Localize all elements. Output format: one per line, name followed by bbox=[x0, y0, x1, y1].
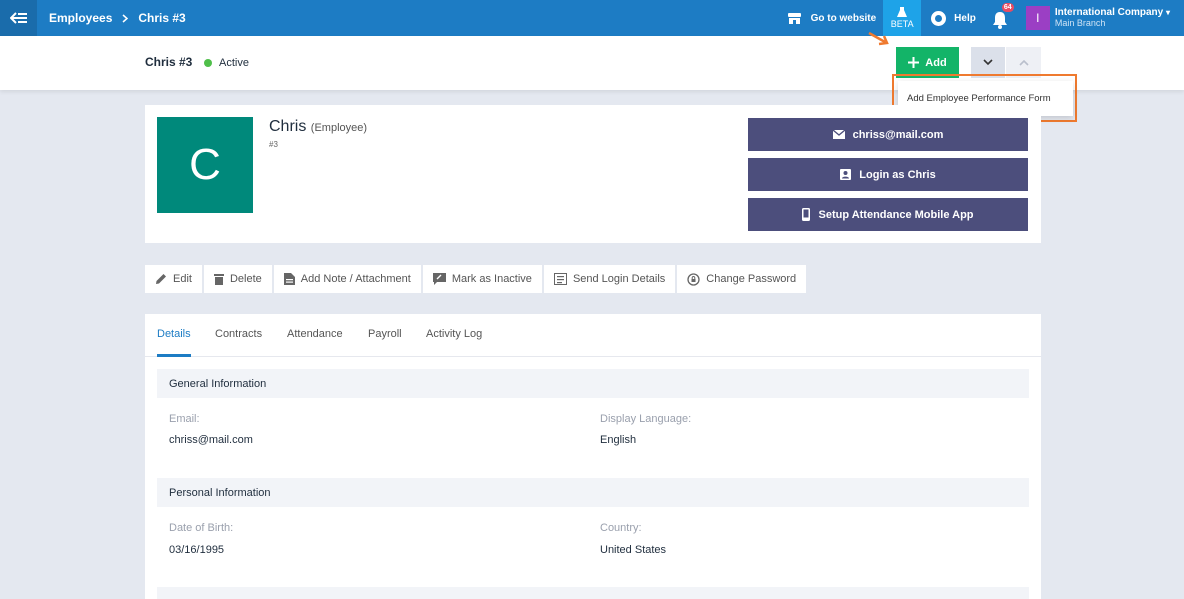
country-value: United States bbox=[600, 544, 667, 556]
action-toolbar: Edit Delete Add Note / Attachment Mark a… bbox=[145, 265, 807, 293]
bell-icon bbox=[992, 12, 1007, 29]
email-label: Email: bbox=[169, 413, 200, 425]
mark-inactive-button[interactable]: Mark as Inactive bbox=[422, 265, 542, 293]
delete-label: Delete bbox=[229, 273, 262, 285]
company-branch: Main Branch bbox=[1054, 18, 1106, 28]
trash-icon bbox=[213, 274, 224, 285]
edit-label: Edit bbox=[173, 273, 192, 285]
employee-role: (Employee) bbox=[310, 122, 368, 134]
tab-payroll[interactable]: Payroll bbox=[368, 328, 402, 340]
add-note-label: Add Note / Attachment bbox=[300, 273, 411, 285]
dob-label: Date of Birth: bbox=[169, 522, 234, 534]
tab-attendance[interactable]: Attendance bbox=[287, 328, 343, 340]
send-login-details-button[interactable]: Send Login Details bbox=[543, 265, 676, 293]
go-to-website-label: Go to website bbox=[810, 12, 877, 24]
breadcrumb-employees[interactable]: Employees bbox=[49, 11, 112, 25]
chevron-right-icon bbox=[122, 13, 129, 23]
send-login-details-label: Send Login Details bbox=[572, 273, 666, 285]
envelope-icon bbox=[832, 130, 845, 139]
details-panel: Details Contracts Attendance Payroll Act… bbox=[145, 314, 1041, 599]
employee-name: Chris bbox=[269, 118, 307, 135]
tab-activity-log[interactable]: Activity Log bbox=[426, 328, 482, 340]
company-avatar[interactable]: I bbox=[1025, 6, 1050, 30]
user-card-icon bbox=[840, 169, 852, 180]
personal-info-heading: Personal Information bbox=[157, 478, 1029, 507]
help-label: Help bbox=[954, 12, 976, 24]
tab-contracts[interactable]: Contracts bbox=[215, 328, 262, 340]
login-as-button[interactable]: Login as Chris bbox=[748, 158, 1028, 191]
employee-name-line: Chris (Employee) bbox=[269, 118, 367, 136]
setup-mobile-app-label: Setup Attendance Mobile App bbox=[818, 208, 974, 221]
email-value: chriss@mail.com bbox=[169, 434, 253, 446]
employee-number: #3 bbox=[269, 140, 278, 149]
back-menu-button[interactable] bbox=[0, 0, 37, 36]
profile-card: C Chris (Employee) #3 chriss@mail.com Lo… bbox=[145, 105, 1041, 243]
top-navbar: Employees Chris #3 Go to website BETA He… bbox=[0, 0, 1184, 36]
display-language-value: English bbox=[600, 434, 637, 446]
send-form-icon bbox=[553, 273, 567, 285]
tab-bar: Details Contracts Attendance Payroll Act… bbox=[145, 314, 1041, 357]
active-tab-indicator bbox=[157, 354, 191, 357]
add-note-button[interactable]: Add Note / Attachment bbox=[273, 265, 421, 293]
pointer-arrow-icon bbox=[868, 31, 889, 46]
email-button-label: chriss@mail.com bbox=[852, 128, 944, 141]
country-label: Country: bbox=[600, 522, 642, 534]
setup-mobile-app-button[interactable]: Setup Attendance Mobile App bbox=[748, 198, 1028, 231]
email-button[interactable]: chriss@mail.com bbox=[748, 118, 1028, 151]
company-name: International Company bbox=[1054, 7, 1164, 18]
dob-value: 03/16/1995 bbox=[169, 544, 225, 556]
store-icon bbox=[787, 12, 802, 25]
status-dot bbox=[204, 59, 212, 67]
pencil-icon bbox=[156, 274, 166, 284]
caret-down-icon: ▾ bbox=[1165, 8, 1170, 17]
change-password-button[interactable]: Change Password bbox=[677, 265, 807, 293]
plus-icon bbox=[908, 57, 920, 68]
status-badge: Active bbox=[219, 57, 249, 69]
page-title: Chris #3 bbox=[145, 55, 193, 69]
avatar: C bbox=[157, 117, 253, 213]
next-section-heading bbox=[157, 587, 1029, 599]
mobile-phone-icon bbox=[802, 208, 811, 221]
beta-label: BETA bbox=[890, 19, 914, 29]
general-info-heading: General Information bbox=[157, 369, 1029, 398]
dropdown-item-label: Add Employee Performance Form bbox=[907, 93, 1051, 104]
edit-button[interactable]: Edit bbox=[145, 265, 202, 293]
chevron-down-icon bbox=[983, 59, 993, 66]
breadcrumb-current: Chris #3 bbox=[138, 11, 186, 25]
notifications-button[interactable]: 64 bbox=[992, 3, 1014, 29]
lock-reset-icon bbox=[687, 272, 700, 286]
go-to-website-link[interactable]: Go to website bbox=[787, 0, 877, 36]
help-link[interactable]: Help bbox=[930, 0, 976, 36]
lifebuoy-icon bbox=[930, 10, 947, 27]
arrow-left-icon bbox=[9, 12, 27, 24]
change-password-label: Change Password bbox=[706, 273, 797, 285]
delete-button[interactable]: Delete bbox=[203, 265, 272, 293]
mark-inactive-label: Mark as Inactive bbox=[451, 273, 532, 285]
add-button-label: Add bbox=[925, 56, 947, 69]
file-icon bbox=[283, 273, 295, 285]
login-as-button-label: Login as Chris bbox=[859, 168, 936, 181]
notification-badge: 64 bbox=[1001, 3, 1014, 12]
chevron-up-icon bbox=[1018, 59, 1029, 66]
comment-edit-icon bbox=[432, 273, 446, 285]
flask-icon bbox=[897, 7, 908, 17]
display-language-label: Display Language: bbox=[600, 413, 692, 425]
tab-details[interactable]: Details bbox=[157, 328, 191, 340]
company-switcher[interactable]: International Company ▾ Main Branch bbox=[1055, 7, 1170, 29]
